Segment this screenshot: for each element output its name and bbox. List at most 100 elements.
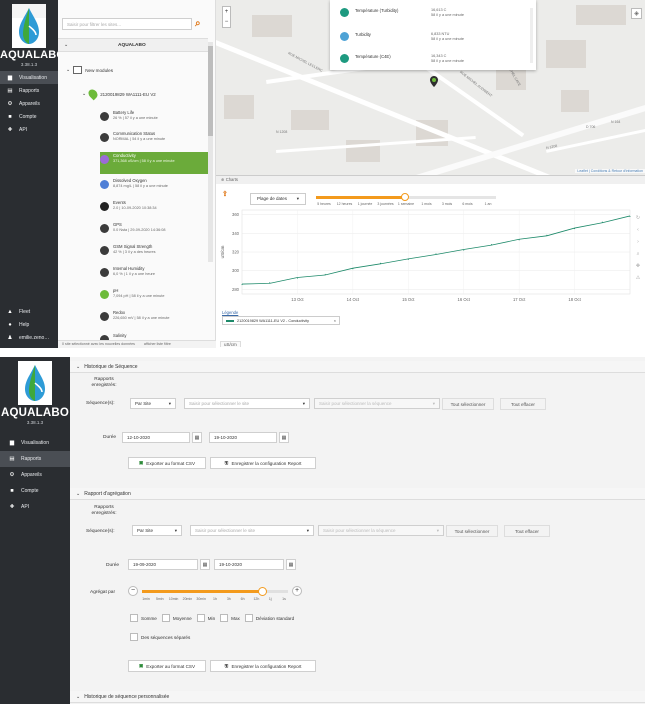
saved-reports-label: Rapports enregistrés: bbox=[91, 505, 117, 516]
chevron-right-icon[interactable]: › bbox=[634, 236, 642, 248]
save-config-button[interactable]: 🖫 Enregistrer la configuration Report bbox=[210, 660, 316, 672]
sensor-item[interactable]: Events 2.0 | 10-09-2020 10:38:34 bbox=[100, 200, 210, 211]
chart-panel-header[interactable]: ⊕ Charts bbox=[216, 176, 645, 184]
nav-compte[interactable]: ■ Compte bbox=[0, 483, 70, 499]
section-header-aggregation[interactable]: ⌄ Rapport d'agrégation bbox=[70, 488, 645, 500]
pan-icon[interactable]: ✥ bbox=[634, 260, 642, 272]
data-point[interactable] bbox=[269, 282, 271, 284]
section-header-custom-history[interactable]: ⌄ Historique de séquence personnalisée bbox=[70, 691, 645, 703]
nav-api[interactable]: ✚ API bbox=[0, 499, 70, 515]
data-point[interactable] bbox=[324, 273, 326, 275]
data-point[interactable] bbox=[296, 277, 298, 279]
zoom-in-button[interactable]: + bbox=[223, 7, 230, 17]
popup-scrollbar[interactable] bbox=[530, 8, 533, 63]
calendar-icon[interactable]: ▦ bbox=[279, 432, 289, 443]
sensor-item[interactable]: Conductivity 371,368 uS/cm | 58 il y a un… bbox=[100, 153, 210, 164]
chevron-left-icon[interactable]: ‹ bbox=[634, 224, 642, 236]
export-csv-button[interactable]: ▣ Exporter au format CSV bbox=[128, 660, 206, 672]
data-point[interactable] bbox=[435, 253, 437, 255]
data-point[interactable] bbox=[380, 262, 382, 264]
sequence-select[interactable]: Saisir pour sélectionner la séquence ▾ bbox=[314, 398, 440, 409]
data-point[interactable] bbox=[352, 268, 354, 270]
status-text-right[interactable]: afficher liste filtre bbox=[144, 342, 171, 346]
nav-rapports[interactable]: ▤ Rapports bbox=[0, 451, 70, 467]
select-all-button[interactable]: Tout sélectionner bbox=[446, 525, 498, 537]
calendar-icon[interactable]: ▦ bbox=[200, 559, 210, 570]
checkbox[interactable] bbox=[220, 614, 229, 622]
by-site-select[interactable]: Par Site ▾ bbox=[132, 525, 182, 536]
data-point[interactable] bbox=[629, 216, 631, 218]
calendar-icon[interactable]: ▦ bbox=[192, 432, 202, 443]
data-point[interactable] bbox=[518, 239, 520, 241]
site-select[interactable]: Saisir pour sélectionner le site ▾ bbox=[184, 398, 310, 409]
select-all-button[interactable]: Tout sélectionner bbox=[442, 398, 494, 410]
sensor-item[interactable]: GSM Signal Strength 42 % | 3 il y a des h… bbox=[100, 244, 210, 255]
slider-handle[interactable] bbox=[401, 193, 409, 201]
map-view[interactable]: RUE MICHEL LECLERC RUE MICHEL AUDIBERT R… bbox=[216, 0, 645, 175]
date-from-input[interactable]: 19-09-2020 bbox=[128, 559, 198, 570]
data-point[interactable] bbox=[241, 284, 243, 286]
explorer-scrollbar[interactable] bbox=[208, 42, 213, 262]
by-site-select[interactable]: Par Site ▾ bbox=[130, 398, 176, 409]
sensor-item[interactable]: Redox 226,650 mV | 58 il y a une minute bbox=[100, 310, 210, 321]
slider-handle[interactable] bbox=[257, 587, 267, 596]
export-icon[interactable]: ⇪ bbox=[222, 190, 232, 202]
layers-icon[interactable]: ◈ bbox=[631, 8, 642, 19]
sensor-icon bbox=[100, 312, 109, 321]
date-from-value: 19-09-2020 bbox=[133, 562, 157, 567]
save-config-button[interactable]: 🖫 Enregistrer la configuration Report bbox=[210, 457, 316, 469]
checkbox[interactable] bbox=[244, 614, 253, 622]
sensor-item[interactable]: pH 7,094 pH | 58 il y a une minute bbox=[100, 288, 210, 299]
checkbox[interactable] bbox=[130, 614, 138, 622]
date-to-input[interactable]: 19-10-2020 bbox=[209, 432, 277, 443]
aggregation-checkbox[interactable]: Moyenne bbox=[161, 614, 192, 622]
sensor-item[interactable]: Battery Life 26 % | 57 il y a une minute bbox=[100, 110, 210, 121]
checkbox[interactable] bbox=[196, 614, 205, 622]
map-marker-icon[interactable] bbox=[430, 76, 438, 87]
conductivity-chart[interactable]: 280 300 320 340 360 13 Oct 14 Oct 15 Oct 16 Oct 1… bbox=[216, 206, 645, 306]
sensor-item[interactable]: Communication Status NORMAL | 54 il y a u… bbox=[100, 131, 210, 142]
zoom-out-button[interactable]: − bbox=[223, 17, 230, 27]
data-point[interactable] bbox=[463, 249, 465, 251]
button-label: Exporter au format CSV bbox=[146, 460, 196, 466]
close-icon[interactable]: × bbox=[334, 319, 336, 323]
sensor-text: Redox 226,650 mV | 58 il y a une minute bbox=[113, 310, 170, 321]
sensor-item[interactable]: Internal Humidity 6,0 % | 1 il y a une he… bbox=[100, 266, 210, 277]
clear-all-button[interactable]: Tout effacer bbox=[504, 525, 550, 537]
calendar-icon[interactable]: ▦ bbox=[286, 559, 296, 570]
aggregate-slider[interactable]: 1min 5min 10min 20min 30min 1h 3h 6h 12h 1j 1s bbox=[142, 587, 288, 606]
data-point[interactable] bbox=[407, 258, 409, 260]
sequence-select[interactable]: Saisir pour sélectionner la séquence ▾ bbox=[318, 525, 444, 536]
data-point[interactable] bbox=[601, 221, 603, 223]
aggregation-checkbox[interactable]: Somme bbox=[130, 614, 157, 622]
slider-decrease-button[interactable]: − bbox=[128, 586, 138, 596]
zoom-icon[interactable]: ⌕ bbox=[634, 248, 642, 260]
aggregation-checkbox[interactable]: Max bbox=[220, 614, 240, 622]
date-from-input[interactable]: 12-10-2020 bbox=[122, 432, 190, 443]
aggregation-checkbox[interactable]: Déviation standard bbox=[244, 614, 294, 622]
sensor-item[interactable]: Dissolved Oxygen 8,874 mg/L | 58 il y a u… bbox=[100, 178, 210, 189]
nav-visualisation[interactable]: ▆ Visualisation bbox=[0, 435, 70, 451]
site-select[interactable]: Saisir pour sélectionner le site ▾ bbox=[190, 525, 314, 536]
date-range-select[interactable]: Plage de dates ▾ bbox=[250, 193, 306, 205]
sensor-icon bbox=[100, 224, 109, 233]
aggregation-checkbox[interactable]: Min bbox=[196, 614, 215, 622]
clear-all-button[interactable]: Tout effacer bbox=[500, 398, 546, 410]
export-csv-button[interactable]: ▣ Exporter au format CSV bbox=[128, 457, 206, 469]
map-attribution[interactable]: Leaflet | Conditions & Retour d'informat… bbox=[575, 169, 645, 173]
nav-appareils[interactable]: ⚙ Appareils bbox=[0, 467, 70, 483]
legend-item[interactable]: 2120019829 WA1111-EU V2 - Conductivity × bbox=[222, 316, 340, 325]
checkbox[interactable] bbox=[130, 633, 138, 641]
section-header-sequence-history[interactable]: ⌄ Historique de Séquence bbox=[70, 361, 645, 373]
warning-icon[interactable]: ⚠ bbox=[634, 272, 642, 284]
separate-sequences-checkbox[interactable]: Des séquences séparés bbox=[130, 633, 190, 641]
reset-icon[interactable]: ↻ bbox=[634, 212, 642, 224]
unit-tab[interactable]: uS/cm bbox=[220, 341, 241, 347]
slider-increase-button[interactable]: + bbox=[292, 586, 302, 596]
sensor-item[interactable]: GPS 0.0 Nsta | 29-09-2020 14:36:08 bbox=[100, 222, 210, 233]
data-point[interactable] bbox=[490, 244, 492, 246]
data-point[interactable] bbox=[574, 228, 576, 230]
data-point[interactable] bbox=[546, 234, 548, 236]
checkbox[interactable] bbox=[161, 614, 170, 622]
date-to-input[interactable]: 19-10-2020 bbox=[214, 559, 284, 570]
